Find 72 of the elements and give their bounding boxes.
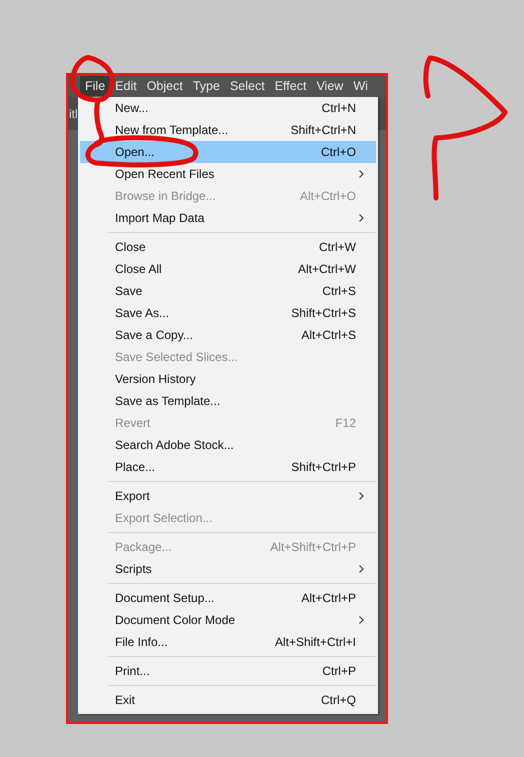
menu-item-label: Save a Copy... bbox=[115, 328, 193, 342]
document-tab[interactable]: itl bbox=[69, 106, 78, 120]
shortcut-label: Alt+Ctrl+O bbox=[300, 189, 356, 203]
menu-item-label: Export Selection... bbox=[115, 511, 212, 525]
menu-bar-item[interactable]: Type bbox=[188, 76, 225, 96]
menu-bar-item[interactable]: Object bbox=[142, 76, 188, 96]
shortcut-label: Alt+Ctrl+P bbox=[301, 591, 356, 605]
menu-item[interactable]: Open... Ctrl+O bbox=[80, 141, 376, 163]
menu-item-label: Search Adobe Stock... bbox=[115, 438, 234, 452]
menu-item-label: File Info... bbox=[115, 635, 168, 649]
menu-item[interactable]: Exit Ctrl+Q bbox=[80, 689, 376, 711]
menu-item-label: Browse in Bridge... bbox=[115, 189, 216, 203]
shortcut-label: Shift+Ctrl+P bbox=[291, 460, 356, 474]
menu-bar-item[interactable]: View bbox=[311, 76, 348, 96]
menu-item-label: Close bbox=[115, 240, 146, 254]
menu-item-label: Document Color Mode bbox=[115, 613, 236, 627]
menu-bar-item[interactable]: Edit bbox=[110, 76, 142, 96]
menu-item[interactable]: Print... Ctrl+P bbox=[80, 660, 376, 682]
menu-item[interactable]: Open Recent Files bbox=[80, 163, 376, 185]
menu-item-label: Save Selected Slices... bbox=[115, 350, 238, 364]
menu-item[interactable]: Search Adobe Stock... bbox=[80, 434, 376, 456]
menu-item[interactable]: Import Map Data bbox=[80, 207, 376, 229]
menu-item-label: Print... bbox=[115, 664, 150, 678]
menu-item[interactable]: Place... Shift+Ctrl+P bbox=[80, 456, 376, 478]
menu-bar-item[interactable]: Effect bbox=[270, 76, 312, 96]
menu-item[interactable]: Save a Copy... Alt+Ctrl+S bbox=[80, 324, 376, 346]
menu-item[interactable]: Close Ctrl+W bbox=[80, 236, 376, 258]
shortcut-label: Ctrl+W bbox=[319, 240, 356, 254]
menu-item-label: Scripts bbox=[115, 562, 152, 576]
shortcut-label: Ctrl+N bbox=[322, 101, 356, 115]
menu-bar-item[interactable]: Wi bbox=[348, 76, 373, 96]
shortcut-label: Shift+Ctrl+N bbox=[290, 123, 356, 137]
shortcut-label: Alt+Ctrl+S bbox=[301, 328, 356, 342]
menu-item-label: Revert bbox=[115, 416, 150, 430]
menu-item[interactable]: Export bbox=[80, 485, 376, 507]
menu-item-label: Exit bbox=[115, 693, 136, 707]
menu-item-label: Open Recent Files bbox=[115, 167, 214, 181]
menu-item-label: Place... bbox=[115, 460, 156, 474]
menu-item-label: Import Map Data bbox=[115, 211, 204, 225]
menu-item[interactable]: New from Template... Shift+Ctrl+N bbox=[80, 119, 376, 141]
shortcut-label: Ctrl+Q bbox=[320, 693, 356, 707]
menu-item-label: Save bbox=[115, 284, 142, 298]
menu-item-label: Version History bbox=[115, 372, 196, 386]
menu-item-label: Package... bbox=[115, 540, 172, 554]
menu-item[interactable]: Document Setup... Alt+Ctrl+P bbox=[80, 587, 376, 609]
menu-item-label: New... bbox=[115, 101, 148, 115]
menu-item[interactable]: Scripts bbox=[80, 558, 376, 580]
menu-item[interactable]: Version History bbox=[80, 368, 376, 390]
shortcut-label: Shift+Ctrl+S bbox=[291, 306, 356, 320]
menu-bar-item[interactable]: Select bbox=[224, 76, 270, 96]
menu-item[interactable]: Save Ctrl+S bbox=[80, 280, 376, 302]
menu-item-label: Save as Template... bbox=[115, 394, 220, 408]
menu-item-label: New from Template... bbox=[115, 123, 228, 137]
shortcut-label: Alt+Shift+Ctrl+P bbox=[270, 540, 356, 554]
menu-item-label: Export bbox=[115, 489, 150, 503]
menu-item[interactable]: Save as Template... bbox=[80, 390, 376, 412]
shortcut-label: F12 bbox=[335, 416, 356, 430]
shortcut-label: Alt+Ctrl+W bbox=[298, 262, 356, 276]
shortcut-label: Ctrl+O bbox=[320, 145, 356, 159]
menu-item[interactable]: Save As... Shift+Ctrl+S bbox=[80, 302, 376, 324]
menu-item[interactable]: New... Ctrl+N bbox=[80, 97, 376, 119]
shortcut-label: Ctrl+S bbox=[322, 284, 356, 298]
shortcut-label: Alt+Shift+Ctrl+I bbox=[274, 635, 356, 649]
menu-item-label: Document Setup... bbox=[115, 591, 214, 605]
menu-item-label: Close All bbox=[115, 262, 162, 276]
menu-item-label: Open... bbox=[115, 145, 154, 159]
shortcut-label: Ctrl+P bbox=[322, 664, 356, 678]
menu-item[interactable]: File Info... Alt+Shift+Ctrl+I bbox=[80, 631, 376, 653]
menu-item-label: Save As... bbox=[115, 306, 170, 320]
menu-bar-item[interactable]: File bbox=[80, 76, 110, 96]
menu-item[interactable]: Document Color Mode bbox=[80, 609, 376, 631]
menu-item[interactable]: Close All Alt+Ctrl+W bbox=[80, 258, 376, 280]
